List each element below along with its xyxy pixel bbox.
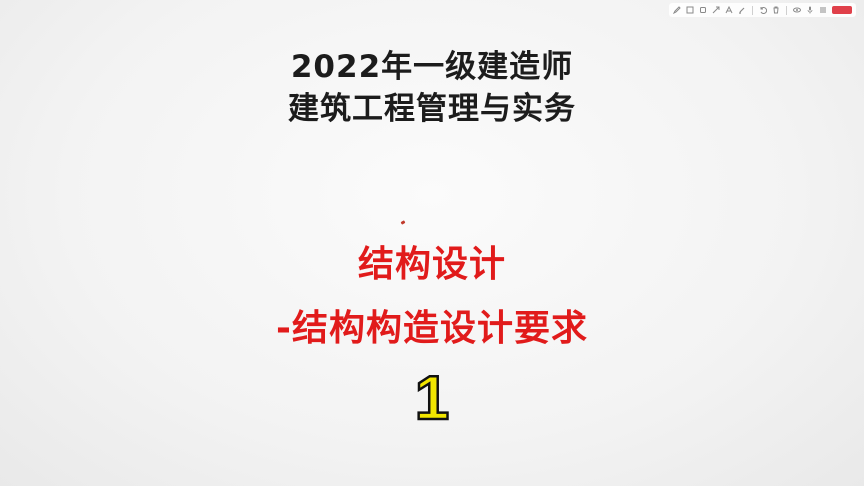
slide-title: 2022年一级建造师 建筑工程管理与实务 [0,46,864,130]
annotation-toolbar [669,3,856,17]
toolbar-divider [752,5,753,15]
trash-icon[interactable] [772,6,780,14]
record-button[interactable] [832,6,852,14]
episode-number: 1 [414,363,451,435]
slide-title-line-2: 建筑工程管理与实务 [288,91,576,127]
undo-icon[interactable] [759,6,767,14]
settings-icon[interactable] [819,6,827,14]
topic-heading: 结构设计 [357,244,506,285]
square-icon[interactable] [686,6,694,14]
eye-icon[interactable] [793,6,801,14]
toolbar-divider [786,5,787,15]
text-icon[interactable] [725,6,733,14]
highlighter-icon[interactable] [738,6,746,14]
slide-topic: 结构设计 -结构构造设计要求 [0,241,864,353]
rectangle-icon[interactable] [699,6,707,14]
subtopic-heading: -结构构造设计要求 [276,308,588,349]
pen-icon[interactable] [673,6,681,14]
arrow-icon[interactable] [712,6,720,14]
microphone-icon[interactable] [806,6,814,14]
pen-cursor-mark [400,220,406,225]
slide-title-line-1: 2022年一级建造师 [290,49,574,85]
